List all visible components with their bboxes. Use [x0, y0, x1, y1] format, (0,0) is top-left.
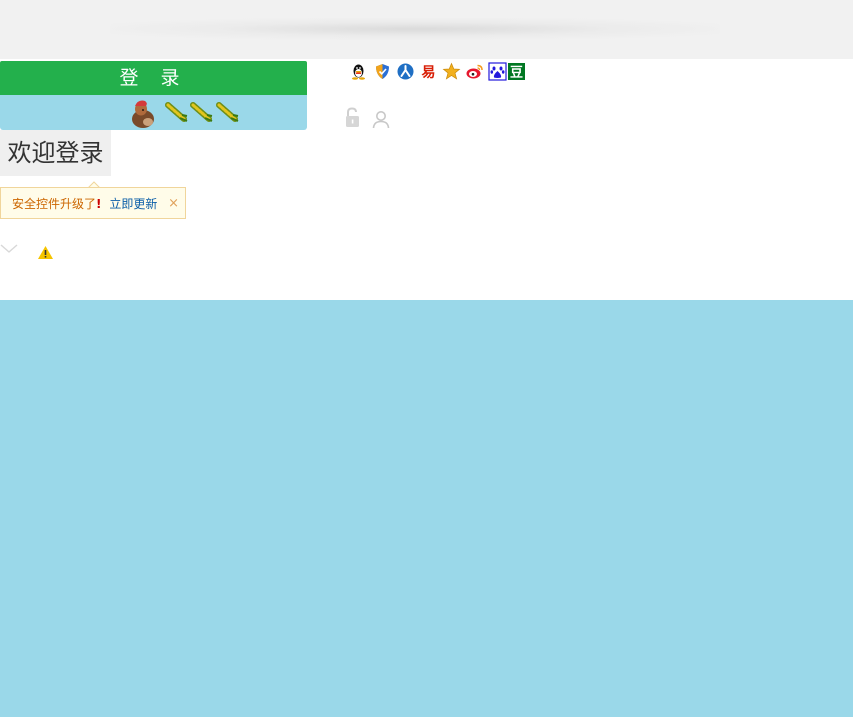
- warning-icon: [38, 246, 53, 259]
- svg-text:易: 易: [422, 65, 436, 81]
- star-icon[interactable]: [442, 62, 461, 81]
- unlock-icon: [346, 107, 359, 127]
- corn-icon: [165, 102, 188, 122]
- baidu-icon[interactable]: [488, 62, 507, 81]
- shield-icon[interactable]: [373, 62, 392, 81]
- douban-icon[interactable]: 豆: [507, 62, 526, 81]
- top-header-bar: [0, 0, 853, 59]
- page-title: 欢迎登录: [0, 130, 111, 176]
- blurred-header-content: [110, 18, 720, 40]
- weibo-icon[interactable]: [465, 62, 484, 81]
- notice-message: 安全控件升级了: [12, 197, 97, 211]
- login-decoration-bar: [0, 95, 307, 130]
- chevron-down-icon[interactable]: [0, 244, 18, 254]
- corn-icon: [216, 102, 239, 122]
- avatar: [132, 100, 154, 128]
- renren-icon[interactable]: [396, 62, 415, 81]
- main-content-area: [0, 300, 853, 717]
- security-update-notice: 安全控件升级了! 立即更新 ×: [0, 187, 186, 219]
- notice-exclaim: !: [96, 197, 102, 211]
- netease-icon[interactable]: 易: [419, 62, 438, 81]
- svg-text:豆: 豆: [510, 66, 523, 81]
- update-now-link[interactable]: 立即更新: [109, 197, 157, 211]
- close-icon[interactable]: ×: [168, 188, 179, 220]
- login-button[interactable]: 登 录: [0, 61, 307, 95]
- user-icon: [372, 111, 390, 129]
- qq-icon[interactable]: [349, 62, 368, 81]
- corn-icon: [190, 102, 213, 122]
